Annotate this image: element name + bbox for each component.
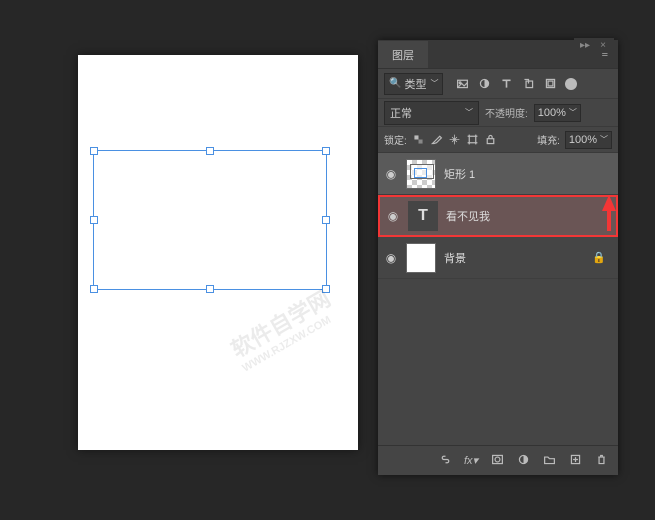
search-icon: 🔍 <box>389 78 401 89</box>
resize-handle-ml[interactable] <box>90 216 98 224</box>
resize-handle-bm[interactable] <box>206 285 214 293</box>
blend-mode-value: 正常 <box>390 105 412 121</box>
lock-brush-icon[interactable] <box>430 133 443 146</box>
resize-handle-tr[interactable] <box>322 147 330 155</box>
filter-smart-icon[interactable] <box>543 77 557 91</box>
fill-input[interactable]: 100% ﹀ <box>565 131 612 149</box>
lock-pixels-icon[interactable] <box>412 133 425 146</box>
new-layer-icon[interactable] <box>568 453 582 469</box>
resize-handle-tm[interactable] <box>206 147 214 155</box>
blend-opacity-row: 正常 ﹀ 不透明度: 100% ﹀ <box>378 98 618 126</box>
canvas-document[interactable]: 软件自学网 WWW.RJZXW.COM <box>78 55 358 450</box>
layer-row-text-highlighted[interactable]: ◉ T 看不见我 <box>378 195 618 237</box>
lock-icon: 🔒 <box>592 251 606 264</box>
chevron-down-icon: ﹀ <box>430 78 438 89</box>
fill-value: 100% <box>569 134 597 146</box>
layer-name-label[interactable]: 看不见我 <box>446 208 490 224</box>
filter-toggle-switch[interactable] <box>565 78 577 90</box>
filter-type-label: 类型 <box>404 76 426 92</box>
resize-handle-bl[interactable] <box>90 285 98 293</box>
delete-layer-icon[interactable] <box>594 453 608 469</box>
adjustment-layer-icon[interactable] <box>516 453 530 469</box>
filter-kind-icons <box>455 77 557 91</box>
opacity-value: 100% <box>538 107 566 119</box>
layer-name-label[interactable]: 背景 <box>444 250 466 266</box>
filter-adjust-icon[interactable] <box>477 77 491 91</box>
layers-panel: ▸▸ × 图层 ≡ 🔍 类型 ﹀ 正常 ﹀ 不透明度: 100% ﹀ <box>378 40 618 475</box>
tab-layers[interactable]: 图层 <box>378 41 428 68</box>
close-panel-icon[interactable]: × <box>596 40 610 51</box>
new-group-icon[interactable] <box>542 453 556 469</box>
lock-label: 锁定: <box>384 132 407 147</box>
lock-artboard-icon[interactable] <box>466 133 479 146</box>
annotation-arrow-icon <box>602 195 616 211</box>
text-layer-icon[interactable]: T <box>408 201 438 231</box>
layers-panel-footer: fx▾ <box>378 445 618 475</box>
chevron-down-icon: ﹀ <box>600 134 608 145</box>
chevron-down-icon: ﹀ <box>569 107 577 118</box>
layer-thumbnail[interactable] <box>406 159 436 189</box>
opacity-label: 不透明度: <box>485 105 528 120</box>
layer-filter-row: 🔍 类型 ﹀ <box>378 68 618 98</box>
visibility-toggle-icon[interactable]: ◉ <box>384 251 398 265</box>
collapse-panel-icon[interactable]: ▸▸ <box>578 40 592 51</box>
layer-list: ◉ 矩形 1 ◉ T 看不见我 ◉ 背景 🔒 <box>378 152 618 279</box>
layer-thumbnail[interactable] <box>406 243 436 273</box>
fill-label: 填充: <box>537 132 560 147</box>
filter-pixel-icon[interactable] <box>455 77 469 91</box>
layer-row-background[interactable]: ◉ 背景 🔒 <box>378 237 618 279</box>
layer-name-label[interactable]: 矩形 1 <box>444 166 475 182</box>
filter-type-icon[interactable] <box>499 77 513 91</box>
watermark-text: 软件自学网 WWW.RJZXW.COM <box>224 281 341 374</box>
blend-mode-dropdown[interactable]: 正常 ﹀ <box>384 101 479 125</box>
shape-selection[interactable] <box>93 150 327 290</box>
fx-styles-icon[interactable]: fx▾ <box>464 454 478 467</box>
lock-position-icon[interactable] <box>448 133 461 146</box>
add-mask-icon[interactable] <box>490 453 504 469</box>
layer-row-rectangle[interactable]: ◉ 矩形 1 <box>378 153 618 195</box>
lock-all-icon[interactable] <box>484 133 497 146</box>
resize-handle-tl[interactable] <box>90 147 98 155</box>
lock-fill-row: 锁定: 填充: 100% ﹀ <box>378 126 618 152</box>
panel-chrome: ▸▸ × <box>574 38 614 52</box>
filter-type-dropdown[interactable]: 🔍 类型 ﹀ <box>384 73 443 95</box>
opacity-input[interactable]: 100% ﹀ <box>534 104 581 122</box>
visibility-toggle-icon[interactable]: ◉ <box>384 167 398 181</box>
link-layers-icon[interactable] <box>438 453 452 469</box>
visibility-toggle-icon[interactable]: ◉ <box>386 209 400 223</box>
chevron-down-icon: ﹀ <box>465 107 473 118</box>
filter-shape-icon[interactable] <box>521 77 535 91</box>
resize-handle-mr[interactable] <box>322 216 330 224</box>
